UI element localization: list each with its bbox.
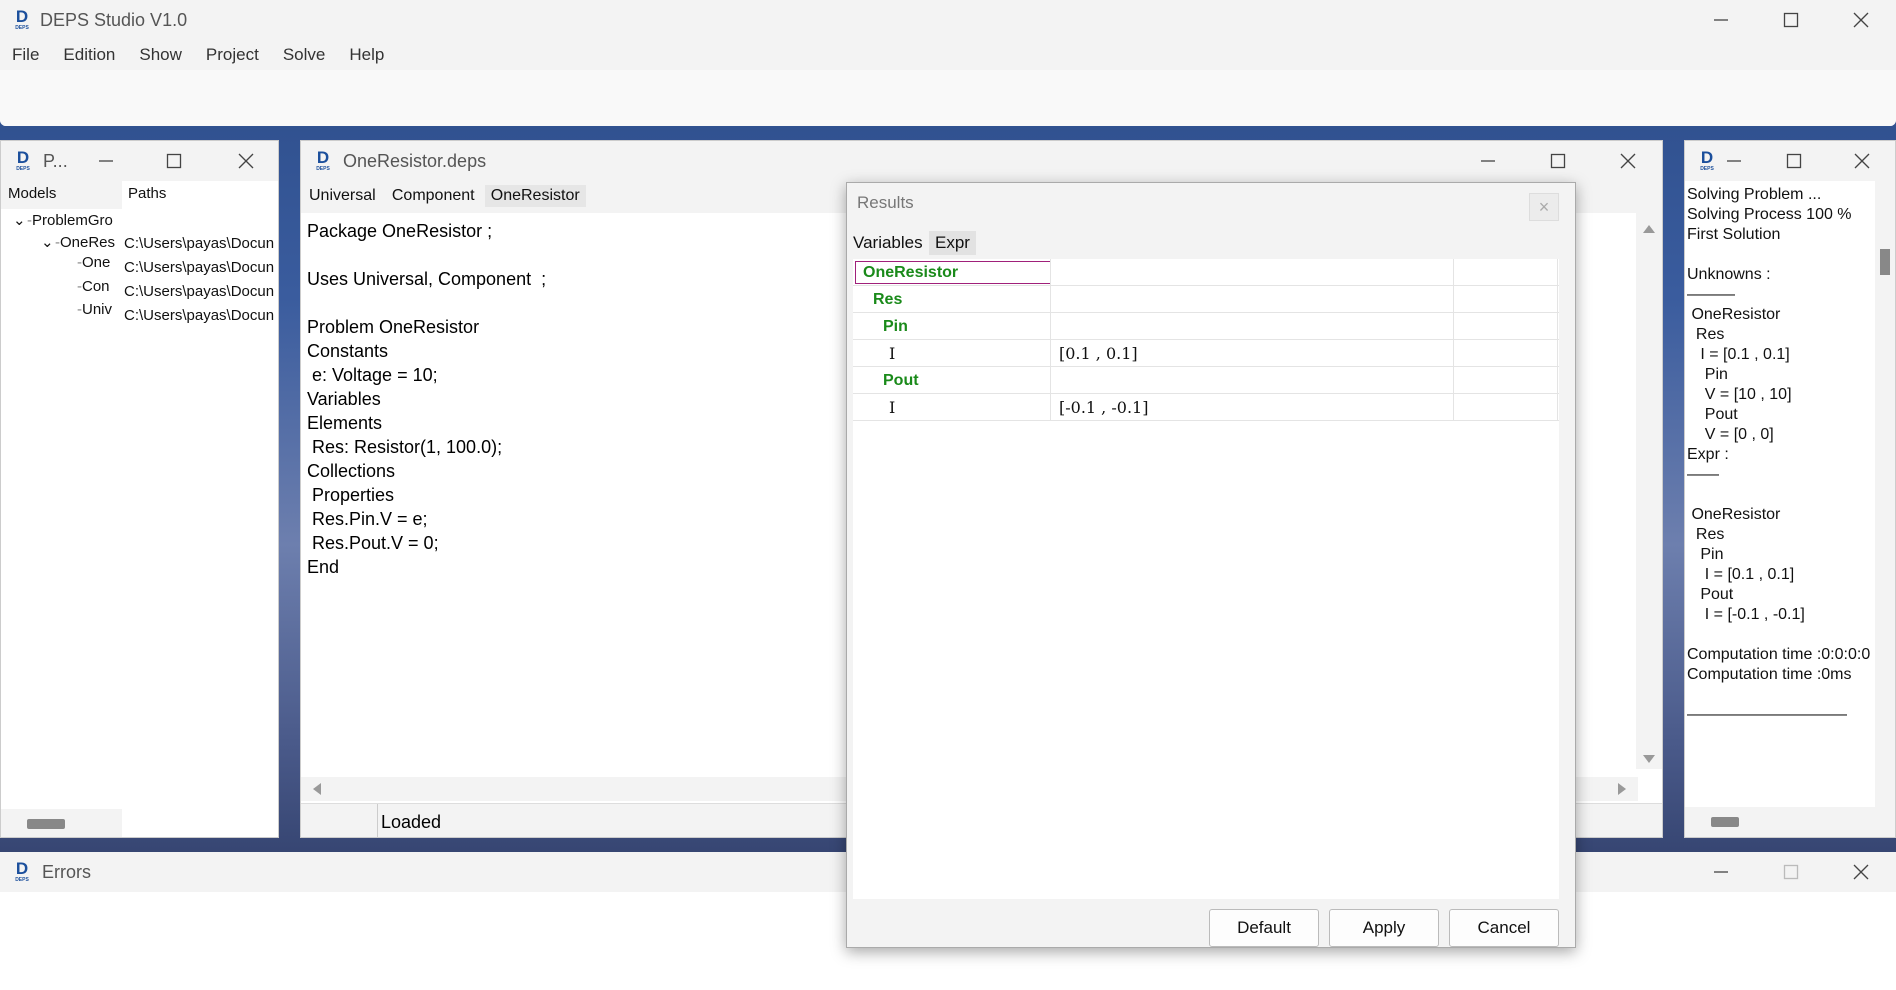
column-header-models[interactable]: Models xyxy=(8,185,56,209)
close-icon[interactable] xyxy=(1826,852,1896,892)
scrollbar-thumb[interactable] xyxy=(1880,249,1890,275)
tab-variables[interactable]: Variables xyxy=(847,231,929,255)
row-name: I xyxy=(889,398,896,417)
row-name: OneResistor xyxy=(863,264,959,281)
menu-bar: File Edition Show Project Solve Help xyxy=(0,40,408,70)
tab-component[interactable]: Component xyxy=(386,185,481,207)
editor-title: OneResistor.deps xyxy=(343,150,487,171)
tab-expr[interactable]: Expr xyxy=(929,231,976,255)
path-cell: C:\Users\payas\Docun xyxy=(124,283,275,300)
table-row[interactable]: Pin xyxy=(853,313,1559,340)
maximize-icon[interactable] xyxy=(1756,852,1826,892)
menu-solve[interactable]: Solve xyxy=(283,45,326,65)
path-cell: C:\Users\payas\Docun xyxy=(124,307,275,324)
path-cell: C:\Users\payas\Docun xyxy=(124,259,275,276)
cancel-button[interactable]: Cancel xyxy=(1449,909,1559,947)
vertical-scrollbar[interactable] xyxy=(1636,213,1662,769)
scroll-up-icon[interactable] xyxy=(1643,225,1655,233)
project-title: P... xyxy=(43,150,68,171)
tree-item-child-2[interactable]: -Con xyxy=(77,278,110,295)
main-titlebar[interactable]: D DEPS DEPS Studio V1.0 xyxy=(0,0,1896,40)
row-name: Pin xyxy=(883,318,908,335)
project-titlebar[interactable]: D DEPS P... xyxy=(1,141,278,181)
tree-item-child-3[interactable]: -Univ xyxy=(77,301,112,318)
menu-file[interactable]: File xyxy=(12,45,39,65)
horizontal-scrollbar[interactable] xyxy=(1685,807,1895,837)
chevron-down-icon[interactable]: ⌄ xyxy=(13,211,27,229)
errors-title: Errors xyxy=(42,861,91,882)
menu-show[interactable]: Show xyxy=(139,45,182,65)
minimize-icon[interactable] xyxy=(1453,141,1523,181)
table-row[interactable]: I [0.1 , 0.1] xyxy=(853,340,1559,367)
scrollbar-thumb[interactable] xyxy=(1711,817,1739,827)
table-row[interactable]: OneResistor xyxy=(853,259,1559,286)
scrollbar-thumb[interactable] xyxy=(27,819,65,829)
output-panel: D DEPS Solving Problem ... Solving Proces… xyxy=(1684,140,1896,838)
results-grid: OneResistor Res Pin I [0.1 , 0.1] Pout I xyxy=(853,259,1559,899)
minimize-icon[interactable] xyxy=(1686,0,1756,40)
close-icon[interactable] xyxy=(1826,0,1896,40)
output-log: Solving Problem ... Solving Process 100 … xyxy=(1687,186,1871,723)
minimize-icon[interactable] xyxy=(71,141,141,181)
toolbar xyxy=(0,70,1896,126)
vertical-scrollbar[interactable] xyxy=(1875,181,1895,809)
table-row[interactable]: Res xyxy=(853,286,1559,313)
row-value: [-0.1 , -0.1] xyxy=(1059,398,1149,417)
menu-edition[interactable]: Edition xyxy=(63,45,115,65)
app-title: DEPS Studio V1.0 xyxy=(40,9,188,30)
table-row[interactable]: I [-0.1 , -0.1] xyxy=(853,394,1559,421)
project-panel: D DEPS P... Models Paths ⌄-ProblemGro ⌄-O… xyxy=(0,140,279,838)
status-text: Loaded xyxy=(381,812,442,832)
maximize-icon[interactable] xyxy=(1759,141,1829,181)
path-cell: C:\Users\payas\Docun xyxy=(124,235,275,252)
close-icon[interactable] xyxy=(211,141,278,181)
close-icon[interactable] xyxy=(1827,141,1895,181)
maximize-icon[interactable] xyxy=(1523,141,1593,181)
apply-button[interactable]: Apply xyxy=(1329,909,1439,947)
tree-item-problemgroup[interactable]: ⌄-ProblemGro xyxy=(13,211,113,229)
deps-logo-icon: D DEPS xyxy=(316,148,330,172)
tree-item-child-1[interactable]: -One xyxy=(77,254,110,271)
row-name: Res xyxy=(873,291,903,308)
minimize-icon[interactable] xyxy=(1686,852,1756,892)
close-icon[interactable] xyxy=(1593,141,1662,181)
results-title: Results xyxy=(857,193,914,212)
default-button[interactable]: Default xyxy=(1209,909,1319,947)
menu-help[interactable]: Help xyxy=(349,45,384,65)
horizontal-scrollbar[interactable] xyxy=(1,809,122,837)
deps-logo-icon: D DEPS xyxy=(15,7,29,31)
row-value: [0.1 , 0.1] xyxy=(1059,344,1138,363)
chevron-down-icon[interactable]: ⌄ xyxy=(41,233,55,251)
code-editor[interactable]: Package OneResistor ; Uses Universal, Co… xyxy=(307,219,546,579)
row-name: Pout xyxy=(883,372,919,389)
editor-titlebar[interactable]: D DEPS OneResistor.deps xyxy=(301,141,1662,181)
scroll-down-icon[interactable] xyxy=(1643,755,1655,763)
menu-project[interactable]: Project xyxy=(206,45,259,65)
tab-universal[interactable]: Universal xyxy=(303,185,382,207)
scroll-right-icon[interactable] xyxy=(1618,783,1626,795)
scroll-left-icon[interactable] xyxy=(313,783,321,795)
results-dialog: Results × Variables Expr OneResistor Res… xyxy=(846,182,1576,948)
tree-item-oneresistor[interactable]: ⌄-OneRes xyxy=(41,233,115,251)
maximize-icon[interactable] xyxy=(1756,0,1826,40)
close-icon[interactable]: × xyxy=(1529,193,1559,221)
row-name: I xyxy=(889,344,896,363)
main-window: D DEPS DEPS Studio V1.0 File Edition Show… xyxy=(0,0,1896,126)
column-header-paths[interactable]: Paths xyxy=(128,185,166,209)
table-row[interactable]: Pout xyxy=(853,367,1559,394)
deps-logo-icon: D DEPS xyxy=(15,859,29,883)
deps-logo-icon: D DEPS xyxy=(16,148,30,172)
output-titlebar[interactable]: D DEPS xyxy=(1685,141,1895,181)
tab-oneresistor[interactable]: OneResistor xyxy=(484,185,586,207)
maximize-icon[interactable] xyxy=(139,141,209,181)
